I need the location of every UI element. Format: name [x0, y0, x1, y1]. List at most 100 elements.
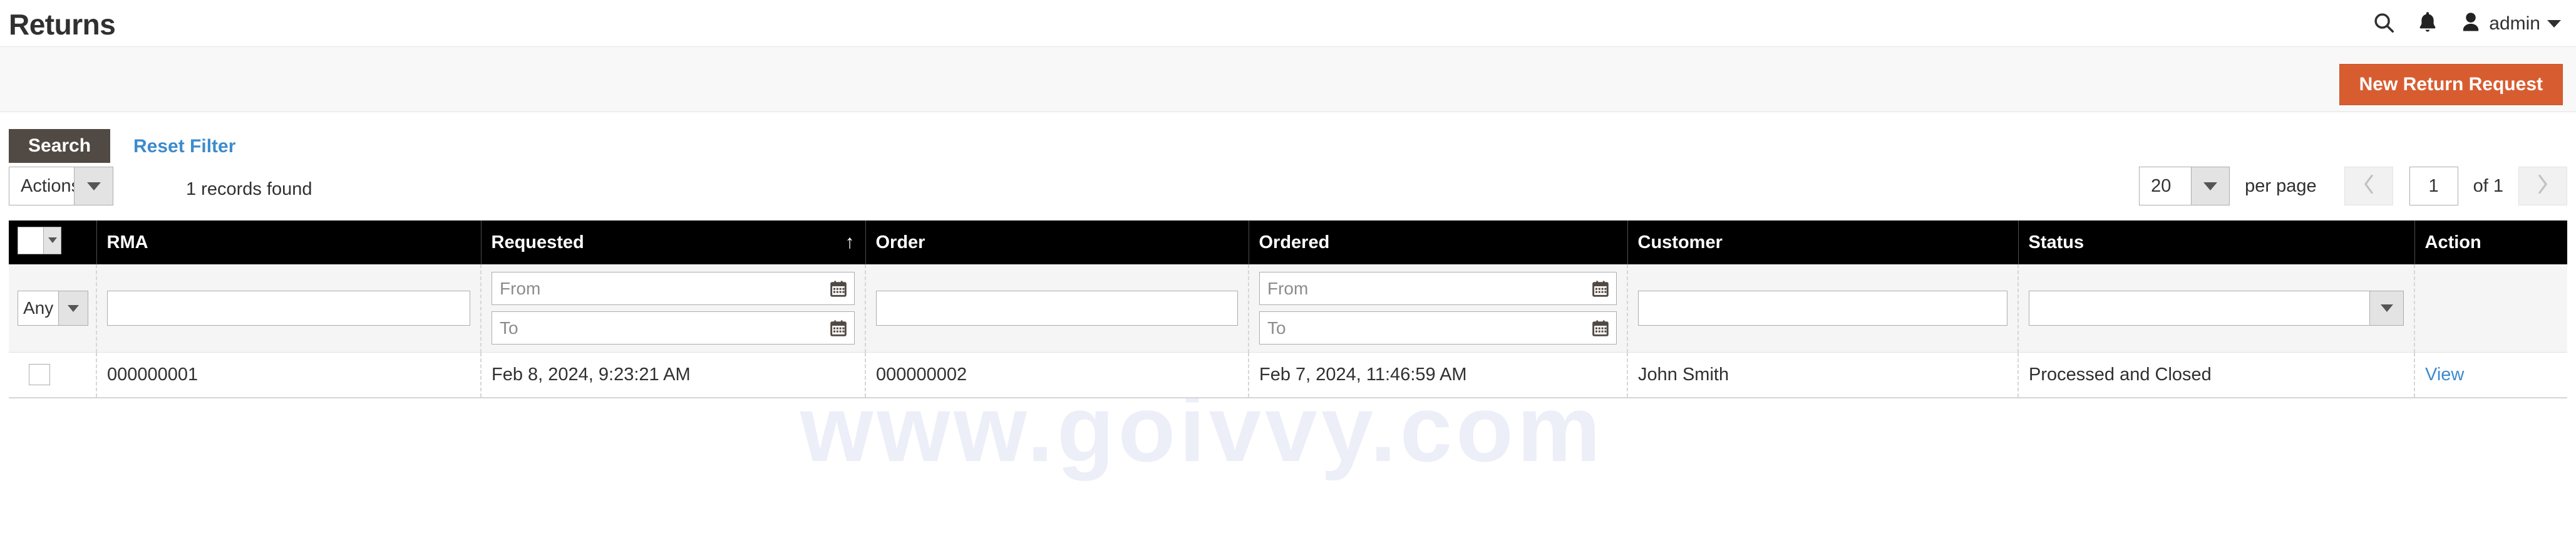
- grid-header-action: Action: [2414, 220, 2567, 264]
- filter-any-select[interactable]: Any: [18, 291, 88, 326]
- grid-header-row: RMA Requested ↑ Order Ordered Customer S…: [9, 220, 2567, 264]
- grid-header-customer[interactable]: Customer: [1627, 220, 2019, 264]
- chevron-down-icon: [2203, 182, 2218, 190]
- cell-ordered: Feb 7, 2024, 11:46:59 AM: [1249, 352, 1628, 398]
- grid-header-ordered-label: Ordered: [1259, 232, 1330, 252]
- per-page-dropdown-button[interactable]: [2191, 167, 2230, 205]
- chevron-right-icon: [2536, 174, 2550, 199]
- user-avatar-icon: [2460, 11, 2482, 38]
- row-checkbox[interactable]: [29, 364, 50, 386]
- cell-customer: John Smith: [1627, 352, 2019, 398]
- filter-ordered-to-field: [1259, 311, 1617, 345]
- notifications-button[interactable]: [2406, 9, 2450, 39]
- search-button[interactable]: [2362, 9, 2406, 39]
- row-select-cell: [9, 352, 97, 398]
- per-page-select[interactable]: 20: [2139, 167, 2230, 205]
- grid-header-action-label: Action: [2424, 232, 2481, 252]
- new-return-request-button[interactable]: New Return Request: [2339, 64, 2563, 105]
- search-submit-button[interactable]: Search: [9, 129, 111, 163]
- total-pages-label: of 1: [2473, 175, 2503, 196]
- page-actions-bar: New Return Request: [0, 47, 2576, 112]
- admin-user-menu[interactable]: admin: [2450, 9, 2565, 39]
- chevron-down-icon: [2380, 304, 2393, 312]
- filter-requested-from-field: [492, 272, 855, 305]
- filter-ordered-from-field: [1259, 272, 1617, 305]
- filter-cell-order: [865, 264, 1249, 353]
- returns-grid: RMA Requested ↑ Order Ordered Customer S…: [9, 220, 2567, 398]
- filter-any-value: Any: [23, 298, 54, 318]
- massaction-actions-select[interactable]: Actions: [9, 167, 113, 205]
- chevron-left-icon: [2362, 174, 2376, 199]
- filter-cell-action: [2414, 264, 2567, 353]
- table-row[interactable]: 000000001 Feb 8, 2024, 9:23:21 AM 000000…: [9, 352, 2567, 398]
- grid-filter-row: Any: [9, 264, 2567, 353]
- filter-status-value: [2029, 291, 2369, 325]
- previous-page-button[interactable]: [2344, 167, 2393, 205]
- grid-header-customer-label: Customer: [1637, 232, 1723, 252]
- filter-ordered-to-input[interactable]: [1259, 311, 1617, 345]
- grid-header-status[interactable]: Status: [2018, 220, 2415, 264]
- filter-cell-rma: [96, 264, 482, 353]
- page-title: Returns: [9, 8, 116, 41]
- records-found-count: 1 records found: [186, 179, 312, 199]
- reset-filter-link[interactable]: Reset Filter: [133, 136, 235, 157]
- filter-cell-requested: [481, 264, 866, 353]
- chevron-down-icon: [2547, 20, 2561, 28]
- returns-grid-container: RMA Requested ↑ Order Ordered Customer S…: [0, 220, 2576, 398]
- filter-requested-to-field: [492, 311, 855, 345]
- massaction-actions-value: Actions: [21, 175, 81, 196]
- calendar-icon[interactable]: [828, 318, 849, 339]
- page-header: Returns admin: [0, 0, 2576, 47]
- select-all-checkbox-dropdown[interactable]: [18, 226, 61, 254]
- cell-status: Processed and Closed: [2018, 352, 2415, 398]
- filter-cell-customer: [1627, 264, 2019, 353]
- grid-header-order-label: Order: [875, 232, 925, 252]
- per-page-label: per page: [2245, 175, 2317, 196]
- filter-cell-ordered: [1249, 264, 1628, 353]
- search-icon: [2372, 11, 2396, 38]
- grid-pager: 20 per page of 1: [2139, 167, 2567, 205]
- grid-header-massaction: [9, 220, 97, 264]
- view-return-link[interactable]: View: [2425, 365, 2464, 385]
- grid-header-requested[interactable]: Requested ↑: [481, 220, 866, 264]
- admin-user-name: admin: [2489, 13, 2540, 34]
- filter-cell-massaction: Any: [9, 264, 97, 353]
- cell-requested: Feb 8, 2024, 9:23:21 AM: [481, 352, 866, 398]
- grid-filter-actions: Search Reset Filter: [0, 124, 2576, 164]
- filter-cell-status: [2018, 264, 2415, 353]
- cell-action: View: [2414, 352, 2567, 398]
- calendar-icon[interactable]: [1590, 318, 1611, 339]
- cell-order: 000000002: [865, 352, 1249, 398]
- grid-header-rma[interactable]: RMA: [96, 220, 482, 264]
- filter-requested-from-input[interactable]: [492, 272, 855, 305]
- filter-ordered-from-input[interactable]: [1259, 272, 1617, 305]
- grid-header-status-label: Status: [2028, 232, 2084, 252]
- grid-header-order[interactable]: Order: [865, 220, 1249, 264]
- grid-header-ordered[interactable]: Ordered: [1249, 220, 1628, 264]
- select-all-dropdown-button[interactable]: [43, 227, 61, 254]
- chevron-down-icon: [68, 304, 80, 312]
- cell-rma: 000000001: [96, 352, 482, 398]
- current-page-input[interactable]: [2409, 167, 2458, 205]
- filter-status-dropdown-button[interactable]: [2369, 291, 2403, 325]
- grid-toolbar: Actions 1 records found 20 per page of 1: [0, 164, 2576, 212]
- chevron-down-icon: [48, 237, 57, 243]
- massaction-actions-dropdown-button[interactable]: [74, 167, 113, 205]
- filter-status-select[interactable]: [2029, 291, 2404, 326]
- calendar-icon[interactable]: [1590, 278, 1611, 299]
- per-page-value: 20: [2151, 175, 2172, 196]
- filter-requested-to-input[interactable]: [492, 311, 855, 345]
- filter-order-input[interactable]: [876, 291, 1238, 326]
- filter-any-dropdown-button[interactable]: [58, 291, 88, 325]
- header-actions: admin: [2362, 9, 2565, 39]
- select-all-checkbox[interactable]: [18, 227, 43, 254]
- chevron-down-icon: [86, 182, 101, 190]
- grid-header-rma-label: RMA: [106, 232, 148, 252]
- calendar-icon[interactable]: [828, 278, 849, 299]
- grid-header-requested-label: Requested: [491, 232, 584, 252]
- next-page-button[interactable]: [2518, 167, 2567, 205]
- bell-icon: [2417, 11, 2438, 38]
- filter-rma-input[interactable]: [107, 291, 470, 326]
- filter-customer-input[interactable]: [1638, 291, 2007, 326]
- sort-ascending-icon: ↑: [845, 232, 855, 252]
